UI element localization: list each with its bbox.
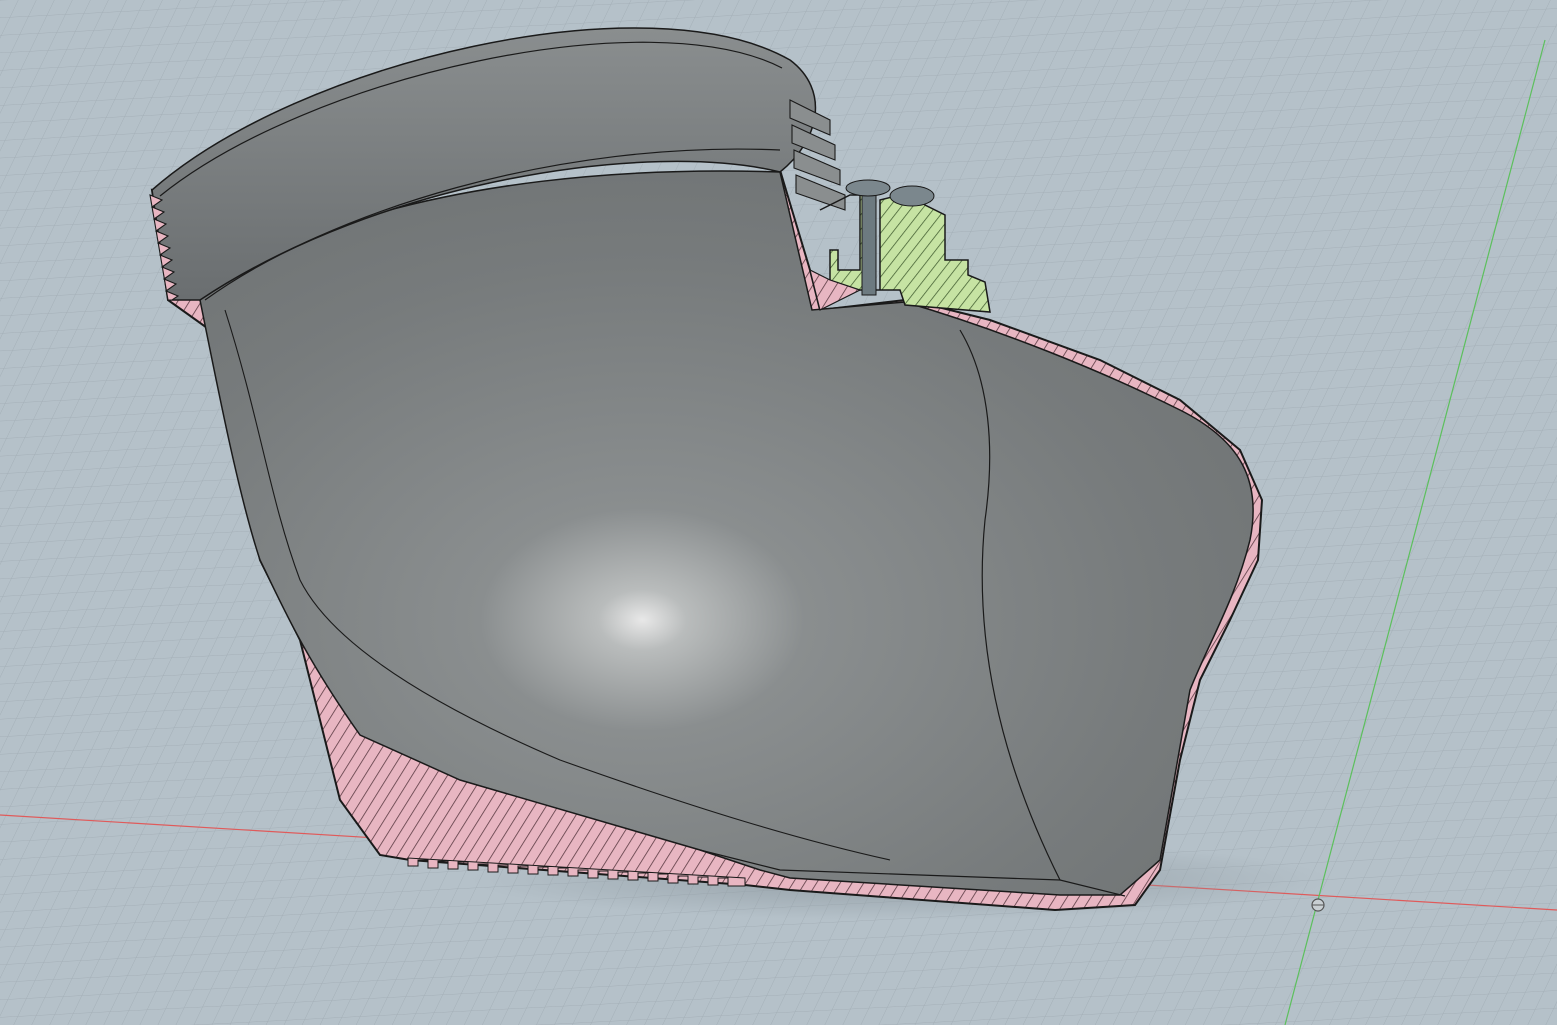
3d-viewport[interactable] bbox=[0, 0, 1557, 1025]
origin-point-icon[interactable] bbox=[1311, 898, 1325, 912]
scene-canvas[interactable] bbox=[0, 0, 1557, 1025]
